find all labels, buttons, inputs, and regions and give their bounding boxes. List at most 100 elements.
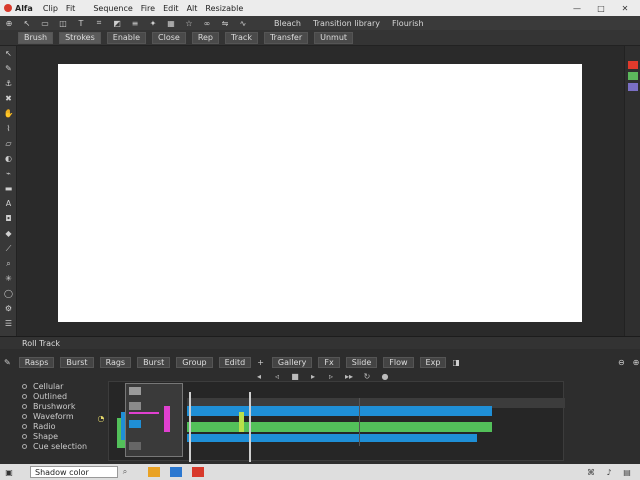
pen-tool-icon[interactable]: ✎ xyxy=(0,61,17,76)
minimize-button[interactable]: — xyxy=(568,0,586,16)
prev-frame-icon[interactable]: ◃ xyxy=(268,372,286,381)
tab-gallery[interactable]: Gallery xyxy=(271,356,313,368)
stop-icon[interactable]: ■ xyxy=(286,372,304,381)
magic-tool-icon[interactable]: ✳ xyxy=(0,271,17,286)
tab-rasps[interactable]: Rasps xyxy=(18,356,55,368)
expand-icon[interactable]: ⊕ xyxy=(633,357,640,367)
list-item[interactable]: Radio xyxy=(18,421,106,431)
menu-edit[interactable]: Edit xyxy=(163,4,179,13)
anchor-tool-icon[interactable]: ⚓ xyxy=(0,76,17,91)
hand-tool-icon[interactable]: ✋ xyxy=(0,106,17,121)
eraser-tool-icon[interactable]: ▱ xyxy=(0,136,17,151)
clip-preview-popup[interactable] xyxy=(125,383,183,457)
menu-clip[interactable]: Clip xyxy=(43,4,58,13)
strokes-button[interactable]: Strokes xyxy=(59,31,101,44)
search-icon[interactable]: ⌕ xyxy=(120,467,130,477)
fill-tool-icon[interactable]: ◐ xyxy=(0,151,17,166)
menu-alt[interactable]: Alt xyxy=(187,4,198,13)
zoom-tool-icon[interactable]: ⌕ xyxy=(0,256,17,271)
mirror-icon[interactable]: ⇋ xyxy=(220,18,230,28)
ellipse-tool-icon[interactable]: ◯ xyxy=(0,286,17,301)
bleach-menu[interactable]: Bleach xyxy=(274,19,301,28)
network-icon[interactable]: ⌘ xyxy=(586,467,596,477)
wand-icon[interactable]: ✦ xyxy=(148,18,158,28)
options-icon[interactable]: ⊖ xyxy=(618,357,625,367)
cursor-icon[interactable]: ↖ xyxy=(22,18,32,28)
artboard[interactable] xyxy=(58,64,582,322)
text-icon[interactable]: T xyxy=(76,18,86,28)
eyedropper-tool-icon[interactable]: ⌁ xyxy=(0,166,17,181)
shape-tool-icon[interactable]: ▬ xyxy=(0,181,17,196)
enable-button[interactable]: Enable xyxy=(106,31,147,44)
add-icon[interactable]: ⊕ xyxy=(4,18,14,28)
maximize-button[interactable]: □ xyxy=(592,0,610,16)
list-item[interactable]: Cellular xyxy=(18,381,106,391)
pin-icon[interactable]: ✎ xyxy=(4,357,11,367)
next-frame-icon[interactable]: ▹ xyxy=(322,372,340,381)
clip-blue-1[interactable] xyxy=(187,406,492,416)
menu-fit[interactable]: Fit xyxy=(66,4,75,13)
folder-taskbar-icon[interactable] xyxy=(148,467,160,477)
camera-icon[interactable]: ◫ xyxy=(58,18,68,28)
windows-icon[interactable]: ▣ xyxy=(4,467,14,477)
rewind-icon[interactable]: ◂ xyxy=(250,372,268,381)
brush-button[interactable]: Brush xyxy=(18,31,54,44)
green-swatch[interactable] xyxy=(627,72,638,80)
rep-button[interactable]: Rep xyxy=(191,31,220,44)
menu-resizable[interactable]: Resizable xyxy=(205,4,243,13)
tab-burst-2[interactable]: Burst xyxy=(137,356,171,368)
tab-burst[interactable]: Burst xyxy=(60,356,94,368)
select-tool-icon[interactable]: ↖ xyxy=(0,46,17,61)
stamp-tool-icon[interactable]: ◘ xyxy=(0,211,17,226)
unmut-button[interactable]: Unmut xyxy=(314,31,354,44)
volume-icon[interactable]: ♪ xyxy=(604,467,614,477)
clip-marker-yellow[interactable] xyxy=(239,412,244,432)
forward-icon[interactable]: ▸▸ xyxy=(340,372,358,381)
plus-icon[interactable]: + xyxy=(257,357,264,367)
cross-tool-icon[interactable]: ✖ xyxy=(0,91,17,106)
close-button[interactable]: Close xyxy=(152,31,186,44)
editor-taskbar-icon[interactable] xyxy=(192,467,204,477)
brush-tool-icon[interactable]: ⌇ xyxy=(0,121,17,136)
track-button[interactable]: Track xyxy=(225,31,258,44)
tab-flow[interactable]: Flow xyxy=(383,356,414,368)
notifications-icon[interactable]: ▤ xyxy=(622,467,632,477)
search-input[interactable]: Shadow color xyxy=(30,466,118,478)
list-item[interactable]: Brushwork xyxy=(18,401,106,411)
red-swatch[interactable] xyxy=(627,61,638,69)
tab-rags[interactable]: Rags xyxy=(99,356,132,368)
layers-icon[interactable]: ≡ xyxy=(130,18,140,28)
playhead-2[interactable] xyxy=(249,392,251,462)
link-icon[interactable]: ∞ xyxy=(202,18,212,28)
wave-icon[interactable]: ∿ xyxy=(238,18,248,28)
menu-fire[interactable]: Fire xyxy=(141,4,155,13)
split-icon[interactable]: ◨ xyxy=(452,357,460,367)
close-window-button[interactable]: ✕ xyxy=(616,0,634,16)
text-tool-icon[interactable]: A xyxy=(0,196,17,211)
transition-library-menu[interactable]: Transition library xyxy=(313,19,380,28)
warning-icon[interactable]: ◔ xyxy=(96,413,106,423)
settings-tool-icon[interactable]: ⚙ xyxy=(0,301,17,316)
loop-icon[interactable]: ↻ xyxy=(358,372,376,381)
knife-tool-icon[interactable]: ⟋ xyxy=(0,241,17,256)
flourish-menu[interactable]: Flourish xyxy=(392,19,424,28)
canvas-workspace[interactable] xyxy=(18,46,624,336)
tab-slide[interactable]: Slide xyxy=(345,356,378,368)
grid-icon[interactable]: ▦ xyxy=(166,18,176,28)
smudge-tool-icon[interactable]: ◆ xyxy=(0,226,17,241)
tab-exp[interactable]: Exp xyxy=(419,356,447,368)
frame-icon[interactable]: ▭ xyxy=(40,18,50,28)
crop-icon[interactable]: ⌗ xyxy=(94,18,104,28)
record-icon[interactable]: ● xyxy=(376,372,394,381)
tab-fx[interactable]: Fx xyxy=(318,356,340,368)
tab-group[interactable]: Group xyxy=(176,356,213,368)
list-item[interactable]: Outlined xyxy=(18,391,106,401)
play-icon[interactable]: ▸ xyxy=(304,372,322,381)
app-taskbar-icon[interactable] xyxy=(170,467,182,477)
list-item[interactable]: Shape xyxy=(18,431,106,441)
mask-icon[interactable]: ◩ xyxy=(112,18,122,28)
menu-sequence[interactable]: Sequence xyxy=(93,4,132,13)
menu-tool-icon[interactable]: ☰ xyxy=(0,316,17,331)
playhead-1[interactable] xyxy=(189,392,191,462)
list-item[interactable]: Cue selection xyxy=(18,441,106,451)
